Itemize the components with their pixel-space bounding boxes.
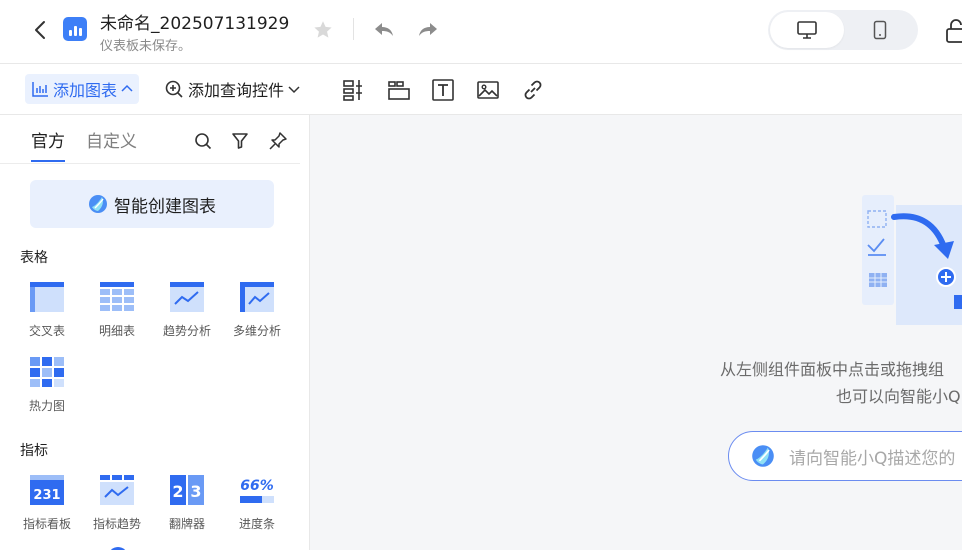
- section-title-table: 表格: [20, 250, 48, 266]
- trend-analysis-icon: [170, 282, 204, 312]
- section-title-metrics: 指标: [20, 443, 48, 459]
- bar-chart-icon: [32, 82, 48, 97]
- search-icon[interactable]: [193, 131, 213, 151]
- add-chart-button[interactable]: 添加图表: [25, 74, 140, 104]
- chart-item-label: 指标趋势: [92, 517, 141, 531]
- chart-item-metric-board[interactable]: 231 指标看板: [12, 475, 82, 537]
- chevron-up-icon: [121, 84, 133, 92]
- chevron-down-icon: [288, 86, 300, 94]
- zoom-in-icon: [165, 80, 183, 98]
- empty-hint-line2: 也可以向智能小Q: [836, 387, 961, 406]
- add-chart-label: 添加图表: [53, 81, 118, 100]
- toolbar: 添加图表 添加查询控件: [0, 64, 962, 115]
- dashboard-canvas[interactable]: 从左侧组件面板中点击或拖拽组 也可以向智能小Q 请向智能小Q描述您的: [310, 115, 962, 550]
- chart-item-label: 进度条: [238, 517, 275, 531]
- chart-item-metric-trend[interactable]: 指标趋势: [82, 475, 152, 537]
- dashboard-app-icon: [63, 17, 87, 41]
- chart-item-progress-bar[interactable]: 66% 进度条: [222, 475, 292, 537]
- save-status: 仪表板未保存。: [100, 39, 192, 54]
- chart-item-heatmap[interactable]: 热力图: [12, 357, 82, 419]
- chart-item-label: 交叉表: [28, 324, 65, 338]
- ai-assistant-input[interactable]: 请向智能小Q描述您的: [728, 431, 962, 481]
- page-title[interactable]: 未命名_202507131929: [100, 9, 289, 34]
- text-icon[interactable]: [431, 78, 455, 102]
- ai-input-placeholder: 请向智能小Q描述您的: [789, 448, 956, 469]
- link-icon[interactable]: [521, 78, 545, 102]
- empty-hint-line1: 从左侧组件面板中点击或拖拽组: [720, 360, 945, 379]
- crosstab-icon: [30, 282, 64, 312]
- undo-icon[interactable]: [372, 18, 396, 42]
- flip-counter-icon: 23: [170, 475, 204, 505]
- flip-digit-a: 2: [172, 482, 183, 501]
- tab-official[interactable]: 官方: [31, 127, 65, 152]
- tabs-divider: [0, 163, 300, 164]
- header-divider: [353, 18, 354, 40]
- ai-create-label: 智能创建图表: [114, 196, 216, 217]
- multidim-analysis-icon: [240, 282, 274, 312]
- ai-assistant-icon: [89, 195, 107, 213]
- metric-trend-icon: [100, 475, 134, 505]
- ai-assistant-icon: [752, 445, 774, 467]
- chart-item-flip-counter[interactable]: 23 翻牌器: [152, 475, 222, 537]
- pin-icon[interactable]: [268, 131, 288, 151]
- chart-item-multidim-analysis[interactable]: 多维分析: [222, 282, 292, 344]
- lock-icon[interactable]: [944, 18, 962, 44]
- active-tab-indicator: [31, 160, 65, 162]
- progress-percent: 66%: [240, 478, 274, 494]
- redo-icon[interactable]: [416, 18, 440, 42]
- header: 未命名_202507131929 仪表板未保存。: [0, 0, 962, 64]
- chart-item-label: 趋势分析: [162, 324, 211, 338]
- chart-item-label: 翻牌器: [168, 517, 205, 531]
- chart-item-label: 明细表: [98, 324, 135, 338]
- add-query-label: 添加查询控件: [188, 81, 285, 100]
- mobile-view-button[interactable]: [844, 12, 916, 48]
- image-icon[interactable]: [476, 78, 500, 102]
- tab-custom[interactable]: 自定义: [86, 127, 137, 152]
- device-toggle: [768, 10, 918, 50]
- chart-item-detail-table[interactable]: 明细表: [82, 282, 152, 344]
- metric-board-icon: 231: [30, 475, 64, 505]
- component-panel: 官方 自定义 智能创建图表 表格 交叉表 明细表 趋势分析 多维分析 热力图 指…: [0, 115, 310, 550]
- ai-create-chart-button[interactable]: 智能创建图表: [30, 180, 274, 228]
- heatmap-icon: [30, 357, 64, 387]
- tab-container-icon[interactable]: [387, 78, 411, 102]
- drag-drop-illustration: [862, 195, 962, 325]
- back-button[interactable]: [28, 16, 52, 44]
- add-query-control-button[interactable]: 添加查询控件: [164, 74, 300, 104]
- metric-board-number: 231: [33, 488, 60, 503]
- detail-table-icon: [100, 282, 134, 311]
- chart-item-crosstab[interactable]: 交叉表: [12, 282, 82, 344]
- chart-item-label: 多维分析: [232, 324, 281, 338]
- layout-sliders-icon[interactable]: [342, 78, 366, 102]
- flip-digit-b: 3: [190, 482, 201, 501]
- desktop-view-button[interactable]: [770, 12, 844, 48]
- progress-bar-icon: 66%: [240, 478, 274, 503]
- chart-item-label: 热力图: [28, 399, 65, 413]
- phone-icon: [873, 20, 887, 40]
- chevron-left-icon: [35, 21, 45, 39]
- monitor-icon: [797, 21, 817, 39]
- chart-item-trend-analysis[interactable]: 趋势分析: [152, 282, 222, 344]
- filter-icon[interactable]: [230, 131, 250, 151]
- chart-item-label: 指标看板: [22, 517, 71, 531]
- star-icon[interactable]: [312, 19, 334, 41]
